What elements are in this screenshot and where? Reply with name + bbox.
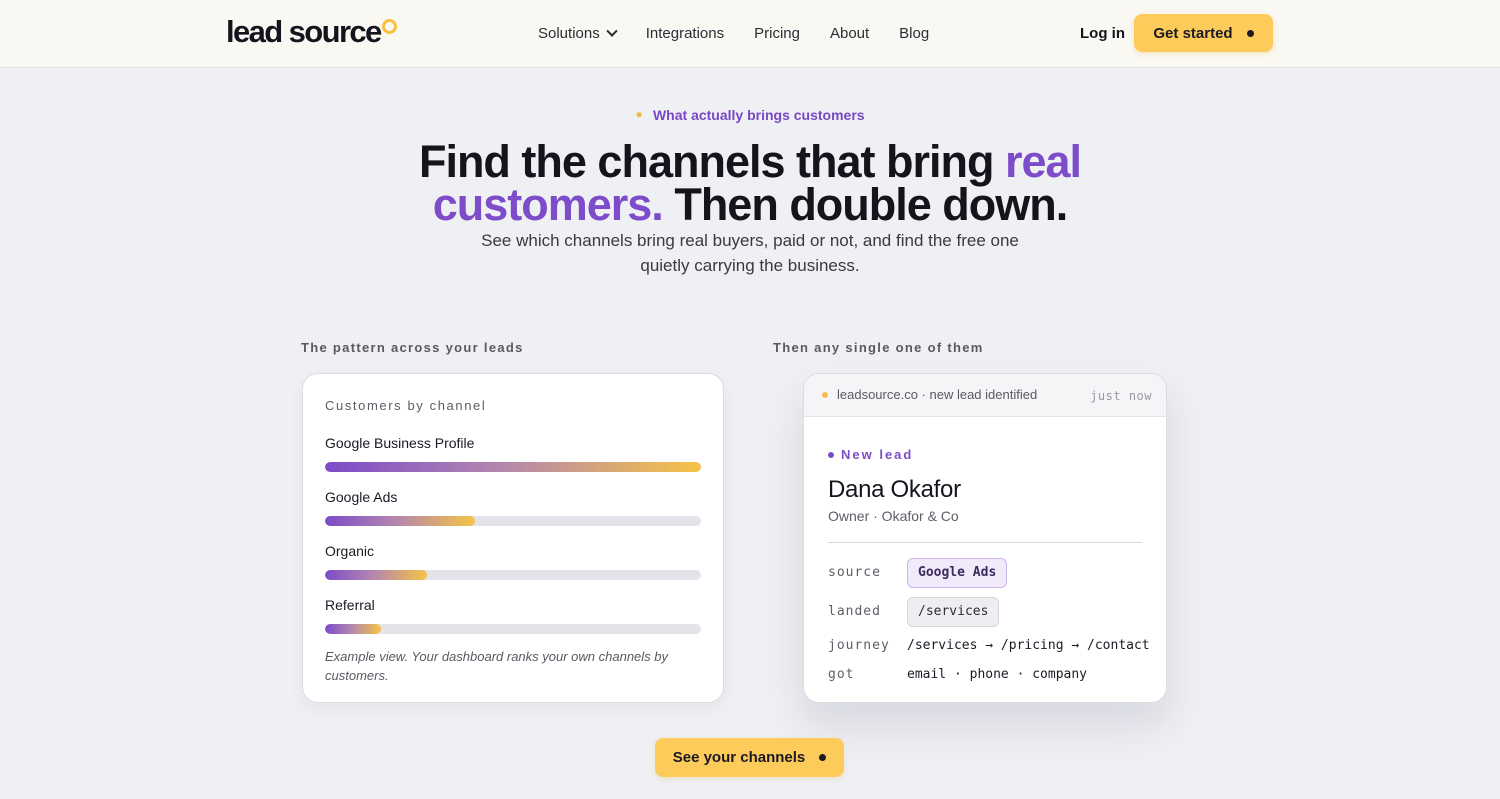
see-channels-button[interactable]: See your channels bbox=[655, 738, 844, 777]
notification-text: leadsource.co · new lead identified bbox=[837, 387, 1038, 402]
channel-bar-fill bbox=[325, 624, 382, 634]
lead-card-header: leadsource.co · new lead identified just… bbox=[804, 374, 1166, 417]
channels-card: Customers by channel Google Business Pro… bbox=[302, 373, 724, 703]
divider bbox=[828, 542, 1142, 543]
title-part2: Then double down. bbox=[662, 179, 1068, 230]
section-label-single: Then any single one of them bbox=[773, 340, 984, 355]
nav-item-about[interactable]: About bbox=[830, 23, 869, 45]
chevron-down-icon bbox=[606, 25, 618, 37]
channel-row: Google Ads bbox=[325, 488, 701, 526]
got-key: got bbox=[828, 667, 855, 682]
got-value: email · phone · company bbox=[907, 667, 1088, 682]
channel-bar-fill bbox=[325, 462, 701, 472]
journey-key: journey bbox=[828, 638, 890, 653]
journey-value: /services → /pricing → /contact bbox=[907, 638, 1150, 653]
dot-icon bbox=[819, 754, 827, 761]
nav-item-integrations[interactable]: Integrations bbox=[646, 23, 724, 45]
source-tag: Google Ads bbox=[907, 558, 1008, 588]
nav-item-label: Solutions bbox=[538, 25, 600, 42]
channel-bar-fill bbox=[325, 570, 427, 580]
lead-role: Owner · Okafor & Co bbox=[828, 508, 959, 524]
channel-bar-fill bbox=[325, 516, 476, 526]
status-dot-icon bbox=[822, 392, 828, 398]
get-started-button[interactable]: Get started bbox=[1134, 14, 1273, 52]
logo[interactable]: lead source bbox=[226, 14, 382, 50]
channel-name: Organic bbox=[325, 543, 375, 559]
nav-item-blog[interactable]: Blog bbox=[899, 23, 929, 45]
login-link[interactable]: Log in bbox=[1080, 23, 1125, 45]
channel-bar-track bbox=[325, 516, 701, 526]
channel-name: Referral bbox=[325, 597, 375, 613]
nav-item-pricing[interactable]: Pricing bbox=[754, 23, 800, 45]
channel-row: Referral bbox=[325, 596, 701, 634]
badge-dot-icon bbox=[828, 452, 834, 458]
channel-bar-track bbox=[325, 570, 701, 580]
timestamp: just now bbox=[1090, 389, 1152, 403]
channel-bar-track bbox=[325, 624, 701, 634]
top-nav: lead source Solutions Integrations Prici… bbox=[0, 0, 1500, 68]
logo-ring-icon bbox=[382, 19, 397, 34]
channel-name: Google Business Profile bbox=[325, 435, 475, 451]
eyebrow: ✸ What actually brings customers bbox=[0, 106, 1500, 124]
nav-links: Solutions Integrations Pricing About Blo… bbox=[538, 23, 929, 45]
dot-icon bbox=[1246, 29, 1254, 37]
source-key: source bbox=[828, 565, 881, 580]
lead-name: Dana Okafor bbox=[828, 476, 961, 503]
channel-bar-track bbox=[325, 462, 701, 472]
card-footnote: Example view. Your dashboard ranks your … bbox=[325, 649, 669, 683]
channel-row: Google Business Profile bbox=[325, 434, 701, 472]
channel-name: Google Ads bbox=[325, 489, 398, 505]
button-label: See your channels bbox=[672, 749, 806, 766]
sparkle-icon: ✸ bbox=[635, 110, 643, 120]
nav-item-solutions[interactable]: Solutions bbox=[538, 23, 618, 45]
page-subtitle: See which channels bring real buyers, pa… bbox=[481, 231, 1019, 275]
lead-card: leadsource.co · new lead identified just… bbox=[803, 373, 1167, 703]
landed-tag: /services bbox=[907, 597, 1000, 627]
page-title: Find the channels that bring real custom… bbox=[400, 139, 1100, 227]
channel-row: Organic bbox=[325, 542, 701, 580]
button-label: Get started bbox=[1153, 24, 1233, 42]
landed-key: landed bbox=[828, 604, 881, 619]
card-title: Customers by channel bbox=[325, 398, 487, 413]
eyebrow-text: What actually brings customers bbox=[652, 107, 865, 123]
new-lead-badge: New lead bbox=[841, 447, 914, 462]
section-label-pattern: The pattern across your leads bbox=[301, 340, 524, 355]
